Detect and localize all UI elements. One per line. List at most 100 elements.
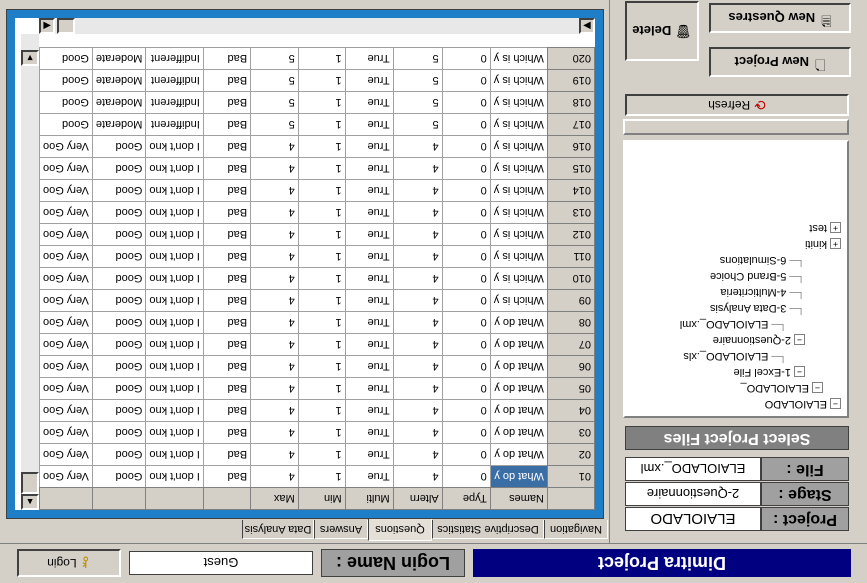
row-header[interactable]: 09 — [547, 289, 595, 312]
table-row[interactable]: 016 Which is y 0 4 True 1 4 Bad I don't kno Good V… — [39, 135, 595, 158]
new-questres-button[interactable]: 🗎 New Questres — [709, 3, 851, 33]
table-row[interactable]: 011 Which is y 0 4 True 1 4 Bad I don't kno Good V… — [39, 245, 595, 268]
grid-cell[interactable]: Bad — [203, 333, 251, 356]
grid-cell[interactable]: Which is y — [490, 223, 548, 246]
grid-cell[interactable]: 4 — [393, 421, 443, 444]
grid-cell[interactable]: 4 — [393, 179, 443, 202]
grid-cell[interactable]: 0 — [442, 47, 491, 70]
grid-cell[interactable]: 5 — [250, 91, 299, 114]
new-project-button[interactable]: 🗋 New Project — [709, 47, 851, 77]
scroll-thumb[interactable] — [21, 472, 39, 494]
column-header[interactable] — [203, 487, 251, 510]
grid-cell[interactable]: Good — [92, 333, 146, 356]
row-header[interactable]: 019 — [547, 69, 595, 92]
grid-cell[interactable]: Good — [92, 355, 146, 378]
grid-cell[interactable]: 1 — [298, 399, 346, 422]
project-tree[interactable]: −ELAIOLADO −ELAIOLADO_ −1-Excel File └─ELAI… — [623, 140, 849, 418]
grid-cell[interactable]: 4 — [250, 223, 299, 246]
grid-cell[interactable]: 0 — [442, 333, 491, 356]
grid-cell[interactable]: Indifferent — [145, 69, 204, 92]
grid-cell[interactable]: Bad — [203, 223, 251, 246]
grid-cell[interactable]: 4 — [393, 333, 443, 356]
grid-cell[interactable]: Very Goo — [39, 245, 93, 268]
grid-cell[interactable]: I don't kno — [145, 333, 204, 356]
grid-cell[interactable]: Good — [92, 289, 146, 312]
grid-cell[interactable]: 4 — [393, 399, 443, 422]
grid-cell[interactable]: I don't kno — [145, 245, 204, 268]
grid-cell[interactable]: Moderate — [92, 47, 146, 70]
grid-cell[interactable]: 0 — [442, 113, 491, 136]
grid-cell[interactable]: Good — [92, 179, 146, 202]
grid-cell[interactable]: 4 — [250, 157, 299, 180]
column-header[interactable]: Type — [442, 487, 491, 510]
column-header[interactable]: Multi — [345, 487, 394, 510]
table-row[interactable]: 013 Which is y 0 4 True 1 4 Bad I don't kno Good V… — [39, 201, 595, 224]
grid-cell[interactable]: 4 — [393, 157, 443, 180]
grid-cell[interactable]: Good — [92, 245, 146, 268]
grid-cell[interactable]: 4 — [250, 201, 299, 224]
grid-cell[interactable]: 1 — [298, 179, 346, 202]
grid-cell[interactable]: Bad — [203, 311, 251, 334]
row-header[interactable]: 02 — [547, 443, 595, 466]
grid-cell[interactable]: 4 — [250, 289, 299, 312]
grid-cell[interactable]: I don't kno — [145, 223, 204, 246]
grid-cell[interactable]: I don't kno — [145, 179, 204, 202]
row-header[interactable]: 018 — [547, 91, 595, 114]
collapse-icon[interactable]: − — [812, 382, 823, 393]
tab-data-analysis[interactable]: Data Analysis — [242, 520, 314, 539]
row-header[interactable]: 03 — [547, 421, 595, 444]
grid-cell[interactable]: 0 — [442, 157, 491, 180]
grid-cell[interactable]: Good — [92, 311, 146, 334]
table-row[interactable]: 010 Which is y 0 4 True 1 4 Bad I don't kno Good V… — [39, 267, 595, 290]
table-row[interactable]: 05 What do y 0 4 True 1 4 Bad I don't kno Good Ver… — [39, 377, 595, 400]
grid-cell[interactable]: 4 — [250, 179, 299, 202]
grid-cell[interactable]: 0 — [442, 443, 491, 466]
horizontal-scrollbar[interactable]: ▶ ◀ — [39, 18, 595, 34]
grid-cell[interactable]: Good — [39, 91, 93, 114]
grid-cell[interactable]: Moderate — [92, 69, 146, 92]
grid-cell[interactable]: Very Goo — [39, 179, 93, 202]
grid-cell[interactable]: 4 — [393, 465, 443, 488]
collapse-icon[interactable]: − — [830, 398, 841, 409]
grid-cell[interactable]: 1 — [298, 443, 346, 466]
grid-cell[interactable]: Bad — [203, 267, 251, 290]
grid-cell[interactable]: 0 — [442, 377, 491, 400]
grid-cell[interactable]: 4 — [250, 267, 299, 290]
grid-cell[interactable]: 0 — [442, 179, 491, 202]
grid-cell[interactable]: 0 — [442, 421, 491, 444]
grid-cell[interactable]: 4 — [393, 289, 443, 312]
grid-cell[interactable]: True — [345, 289, 394, 312]
grid-cell[interactable]: Very Goo — [39, 465, 93, 488]
grid-cell[interactable]: True — [345, 179, 394, 202]
grid-cell[interactable]: 4 — [250, 421, 299, 444]
grid-cell[interactable]: 1 — [298, 465, 346, 488]
table-row[interactable]: 019 Which is y 0 5 True 1 5 Bad Indifferent Moder… — [39, 69, 595, 92]
row-header[interactable]: 016 — [547, 135, 595, 158]
tree-item[interactable]: −1-Excel File — [734, 366, 805, 378]
row-header[interactable]: 06 — [547, 355, 595, 378]
grid-cell[interactable]: Bad — [203, 113, 251, 136]
grid-cell[interactable]: 4 — [250, 311, 299, 334]
grid-cell[interactable]: True — [345, 47, 394, 70]
grid-cell[interactable]: 4 — [393, 355, 443, 378]
grid-cell[interactable]: 5 — [250, 69, 299, 92]
tree-item[interactable]: └─ELAIOLADO_.xls — [683, 350, 787, 362]
grid-cell[interactable]: Which is y — [490, 47, 548, 70]
grid-cell[interactable]: 1 — [298, 311, 346, 334]
tree-item[interactable]: −2-Questionnaire — [713, 334, 805, 346]
tree-item[interactable]: +test — [809, 222, 841, 234]
grid-cell[interactable]: Very Goo — [39, 135, 93, 158]
grid-cell[interactable]: 0 — [442, 399, 491, 422]
grid-cell[interactable]: 0 — [442, 289, 491, 312]
tree-item[interactable]: −ELAIOLADO — [765, 398, 841, 410]
table-row[interactable]: 017 Which is y 0 5 True 1 5 Bad Indifferent Moder… — [39, 113, 595, 136]
grid-cell[interactable]: 0 — [442, 267, 491, 290]
grid-cell[interactable]: Good — [92, 421, 146, 444]
scroll-left-arrow[interactable]: ◀ — [39, 18, 55, 34]
grid-cell[interactable]: 0 — [442, 91, 491, 114]
grid-cell[interactable]: 0 — [442, 311, 491, 334]
grid-cell[interactable]: I don't kno — [145, 399, 204, 422]
table-row[interactable]: 01 What do y 0 4 True 1 4 Bad I don't kno Good Ver… — [39, 465, 595, 488]
row-header[interactable]: 012 — [547, 223, 595, 246]
grid-cell[interactable]: Bad — [203, 289, 251, 312]
